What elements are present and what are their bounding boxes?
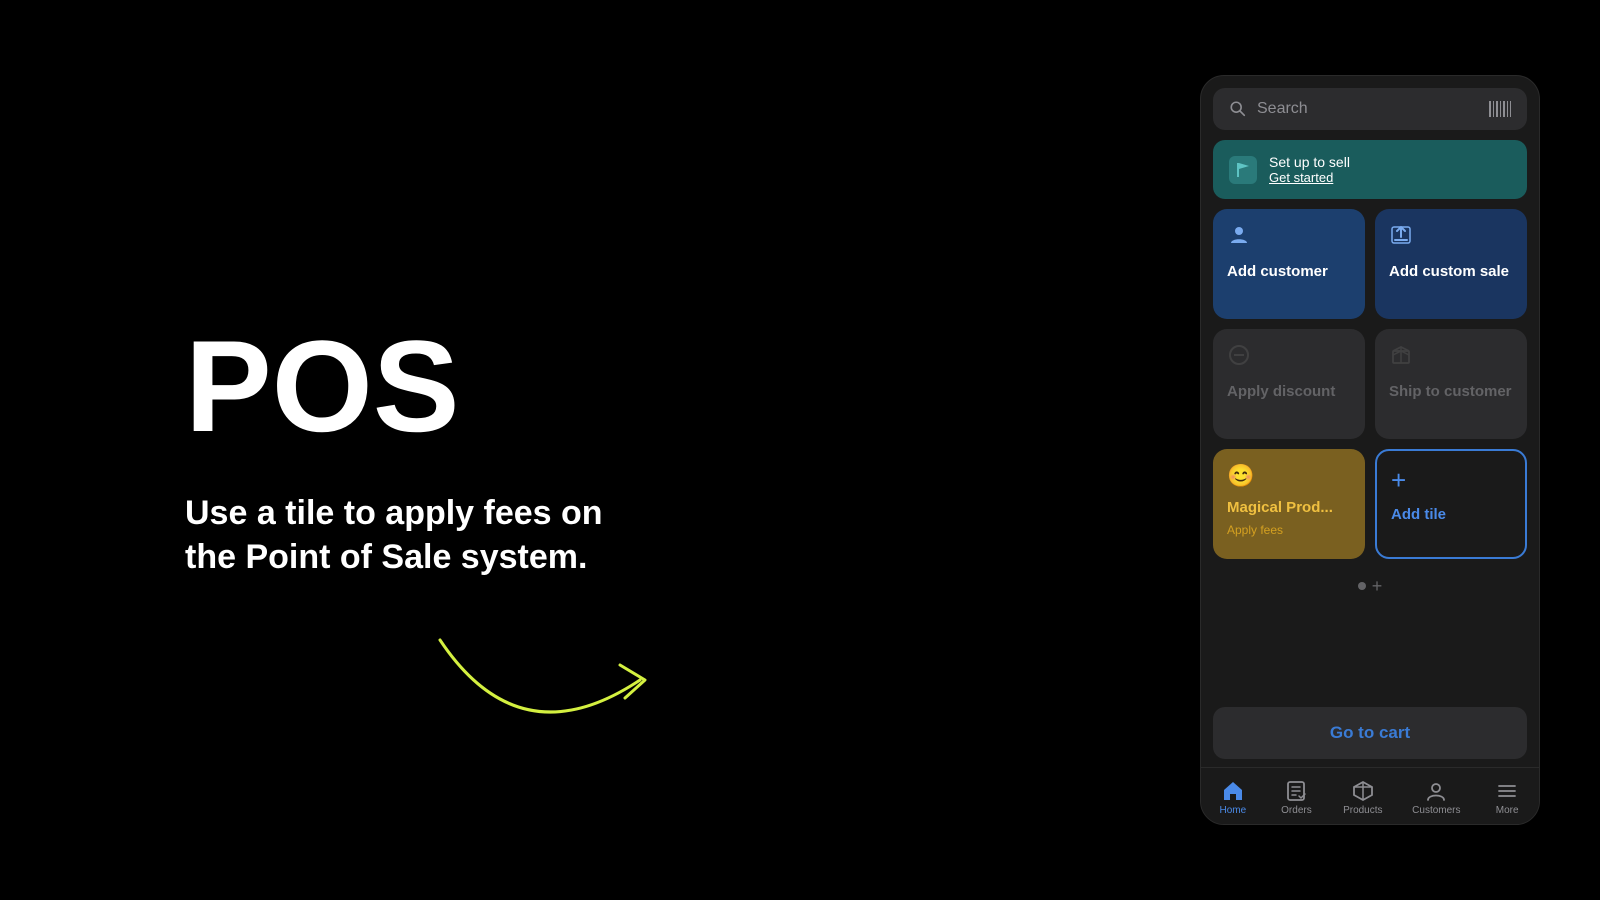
tile-magical-prod-sublabel: Apply fees bbox=[1227, 523, 1351, 537]
person-icon bbox=[1227, 223, 1351, 253]
flag-icon bbox=[1229, 156, 1257, 184]
tile-add-customer[interactable]: Add customer bbox=[1213, 209, 1365, 319]
search-icon bbox=[1229, 100, 1247, 118]
nav-customers[interactable]: Customers bbox=[1404, 776, 1468, 820]
nav-more-label: More bbox=[1496, 805, 1519, 816]
more-icon bbox=[1496, 780, 1518, 802]
products-icon bbox=[1352, 780, 1374, 802]
go-to-cart-button[interactable]: Go to cart bbox=[1213, 707, 1527, 759]
dot-active bbox=[1358, 582, 1366, 590]
tile-add-tile-label: Add tile bbox=[1391, 506, 1511, 524]
setup-text: Set up to sell Get started bbox=[1269, 154, 1350, 185]
upload-icon bbox=[1389, 223, 1513, 253]
nav-products-label: Products bbox=[1343, 805, 1382, 816]
setup-title: Set up to sell bbox=[1269, 154, 1350, 170]
search-placeholder: Search bbox=[1257, 100, 1308, 118]
tiles-grid: Add customer Add custom sale bbox=[1213, 209, 1527, 559]
nav-customers-label: Customers bbox=[1412, 805, 1460, 816]
nav-more[interactable]: More bbox=[1482, 776, 1532, 820]
arrow-decoration bbox=[420, 620, 720, 740]
page-dots: + bbox=[1213, 569, 1527, 603]
plus-icon: + bbox=[1391, 465, 1511, 496]
home-icon bbox=[1221, 780, 1245, 802]
nav-products[interactable]: Products bbox=[1335, 776, 1390, 820]
go-to-cart-label: Go to cart bbox=[1330, 723, 1410, 742]
phone-panel: Search Set up to sell G bbox=[1200, 75, 1540, 825]
setup-banner[interactable]: Set up to sell Get started bbox=[1213, 140, 1527, 199]
tile-add-custom-sale-label: Add custom sale bbox=[1389, 263, 1513, 281]
tile-add-tile[interactable]: + Add tile bbox=[1375, 449, 1527, 559]
bottom-nav: Home Orders Products Customers bbox=[1201, 767, 1539, 824]
tile-add-custom-sale[interactable]: Add custom sale bbox=[1375, 209, 1527, 319]
left-panel: POS Use a tile to apply fees on the Poin… bbox=[0, 0, 900, 900]
emoji-icon: 😊 bbox=[1227, 463, 1351, 489]
nav-orders[interactable]: Orders bbox=[1271, 776, 1321, 820]
tile-magical-prod[interactable]: 😊 Magical Prod... Apply fees bbox=[1213, 449, 1365, 559]
setup-link[interactable]: Get started bbox=[1269, 170, 1350, 185]
nav-home-label: Home bbox=[1219, 805, 1246, 816]
tile-apply-discount[interactable]: Apply discount bbox=[1213, 329, 1365, 439]
tile-apply-discount-label: Apply discount bbox=[1227, 383, 1351, 401]
dot-add[interactable]: + bbox=[1372, 577, 1383, 595]
box-icon bbox=[1389, 343, 1513, 373]
discount-icon bbox=[1227, 343, 1351, 373]
barcode-icon bbox=[1489, 101, 1511, 117]
tile-magical-prod-label: Magical Prod... bbox=[1227, 499, 1351, 517]
pos-title: POS bbox=[185, 321, 900, 451]
customers-icon bbox=[1425, 780, 1447, 802]
orders-icon bbox=[1285, 780, 1307, 802]
search-bar[interactable]: Search bbox=[1213, 88, 1527, 130]
phone-content: Search Set up to sell G bbox=[1201, 76, 1539, 707]
nav-orders-label: Orders bbox=[1281, 805, 1312, 816]
pos-subtitle: Use a tile to apply fees on the Point of… bbox=[185, 491, 605, 579]
nav-home[interactable]: Home bbox=[1208, 776, 1258, 820]
search-left: Search bbox=[1229, 100, 1308, 118]
tile-ship-to-customer-label: Ship to customer bbox=[1389, 383, 1513, 401]
tile-ship-to-customer[interactable]: Ship to customer bbox=[1375, 329, 1527, 439]
tile-add-customer-label: Add customer bbox=[1227, 263, 1351, 281]
